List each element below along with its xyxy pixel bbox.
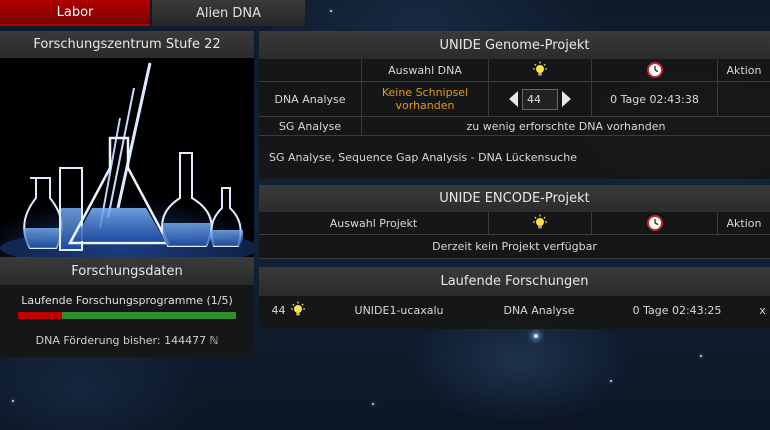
running-research-time: 0 Tage 02:43:25	[632, 303, 722, 317]
genome-header-blank	[259, 59, 362, 81]
clock-icon	[646, 215, 663, 231]
lightbulb-icon	[290, 301, 305, 316]
quantity-input[interactable]	[522, 88, 558, 110]
encode-empty-row: Derzeit kein Projekt verfügbar	[259, 235, 770, 259]
encode-empty-message: Derzeit kein Projekt verfügbar	[432, 240, 597, 253]
dna-analysis-label: DNA Analyse	[259, 82, 362, 116]
running-research-type: DNA Analyse	[503, 303, 575, 317]
dna-qty-cell	[489, 82, 592, 116]
dna-analysis-time: 0 Tage 02:43:38	[592, 82, 718, 116]
running-research-title: Laufende Forschungen	[259, 267, 770, 296]
encode-project-panel: UNIDE ENCODE-Projekt Auswahl Projekt Akt…	[259, 185, 770, 259]
dna-snippet-status: Keine Schnipsel vorhanden	[362, 82, 489, 116]
lightbulb-icon	[533, 61, 547, 76]
quantity-stepper	[509, 88, 571, 110]
clock-icon	[646, 62, 663, 78]
programs-progress-fill	[18, 312, 62, 319]
genome-project-title: UNIDE Genome-Projekt	[259, 31, 770, 59]
research-center-title: Forschungszentrum Stufe 22	[0, 31, 254, 58]
increase-arrow-icon[interactable]	[562, 91, 571, 107]
tab-labor[interactable]: Labor	[0, 0, 150, 26]
genome-col-select-dna: Auswahl DNA	[362, 59, 489, 81]
genome-col-bulb	[489, 59, 592, 81]
research-center-panel: Forschungszentrum Stufe 22	[0, 31, 254, 258]
sg-analysis-note: SG Analyse, Sequence Gap Analysis - DNA …	[269, 150, 577, 164]
genome-header-row: Auswahl DNA Aktion	[259, 59, 770, 82]
genome-col-clock	[592, 59, 718, 81]
running-count: 44	[271, 303, 286, 317]
dna-funding-label: DNA Förderung bisher: 144477 ℕ	[35, 334, 219, 347]
sg-analysis-row: SG Analyse zu wenig erforschte DNA vorha…	[259, 117, 770, 136]
sg-analysis-label: SG Analyse	[259, 117, 362, 135]
programs-progress-bar	[18, 312, 236, 319]
encode-col-select-project: Auswahl Projekt	[259, 212, 489, 234]
encode-col-clock	[592, 212, 718, 234]
encode-project-title: UNIDE ENCODE-Projekt	[259, 185, 770, 212]
encode-header-row: Auswahl Projekt Aktion	[259, 212, 770, 235]
tab-alien-dna[interactable]: Alien DNA	[152, 0, 305, 26]
sg-analysis-status: zu wenig erforschte DNA vorhanden	[466, 119, 666, 133]
dna-analysis-action	[718, 82, 770, 116]
running-programs-label: Laufende Forschungsprogramme (1/5)	[21, 294, 233, 307]
dna-analysis-row: DNA Analyse Keine Schnipsel vorhanden 0 …	[259, 82, 770, 117]
running-count-cell: 44	[259, 296, 319, 324]
running-research-panel: Laufende Forschungen 44 UNIDE1-ucaxalu D…	[259, 267, 770, 329]
running-research-name: UNIDE1-ucaxalu	[354, 303, 444, 317]
research-data-panel: Forschungsdaten Laufende Forschungsprogr…	[0, 257, 254, 357]
cancel-research-button[interactable]: x	[755, 296, 770, 324]
decrease-arrow-icon[interactable]	[509, 91, 518, 107]
lightbulb-icon	[533, 214, 547, 229]
encode-col-bulb	[489, 212, 592, 234]
genome-project-panel: UNIDE Genome-Projekt Auswahl DNA Aktion …	[259, 31, 770, 179]
research-data-title: Forschungsdaten	[0, 257, 254, 285]
running-research-row: 44 UNIDE1-ucaxalu DNA Analyse 0 Tage 02:…	[259, 296, 770, 324]
genome-col-action: Aktion	[726, 63, 762, 77]
laboratory-image	[0, 58, 254, 258]
encode-col-action: Aktion	[726, 216, 762, 230]
